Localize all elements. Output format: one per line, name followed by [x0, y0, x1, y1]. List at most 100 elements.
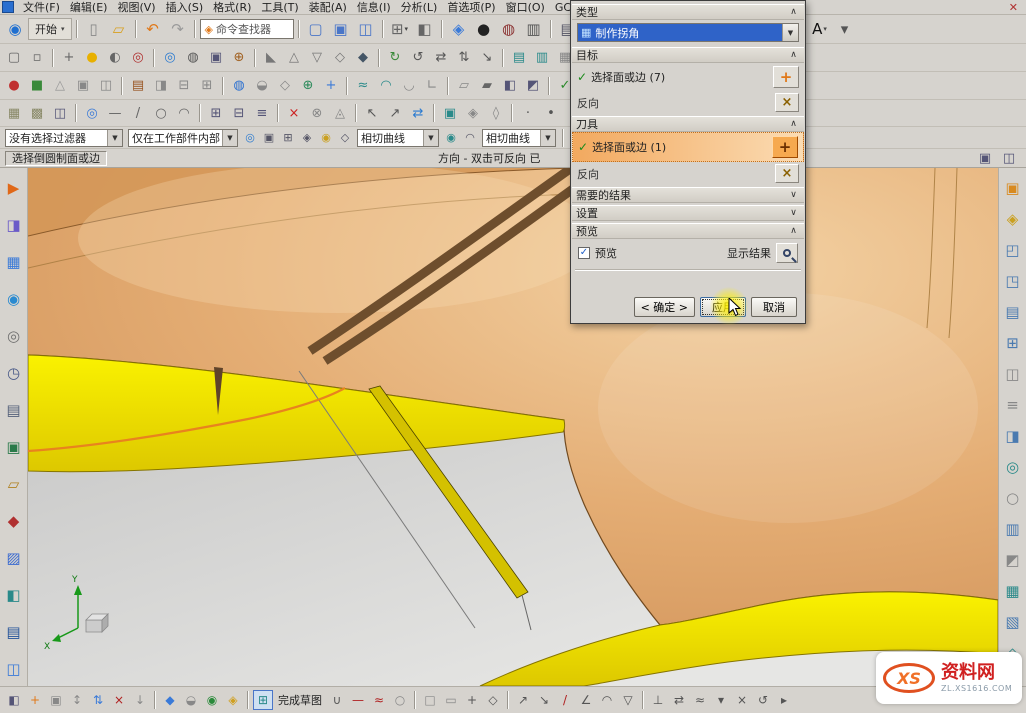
chevron-up-icon[interactable]: ∧ — [787, 225, 800, 237]
delete-icon[interactable]: × — [283, 102, 305, 124]
toolbar-icon[interactable]: ▦ — [3, 102, 25, 124]
toolbar-icon[interactable]: ○ — [150, 102, 172, 124]
toolbar-icon[interactable]: ◈ — [223, 690, 243, 710]
toolbar-icon[interactable]: ▥ — [522, 17, 546, 41]
toolbar-icon[interactable]: ◨ — [2, 213, 26, 237]
toolbar-icon[interactable]: ↓ — [130, 690, 150, 710]
menu-item[interactable]: 首选项(P) — [442, 0, 500, 15]
toolbar-icon[interactable]: ◇ — [336, 129, 354, 147]
toolbar-icon[interactable]: ↗ — [384, 102, 406, 124]
toolbar-icon[interactable]: ▸ — [774, 690, 794, 710]
section-header-preview[interactable]: 预览 ∧ — [572, 223, 804, 239]
show-result-button[interactable] — [776, 243, 798, 263]
section-header-settings[interactable]: 设置 ∨ — [572, 205, 804, 221]
toolbar-icon[interactable]: ⊞ — [205, 102, 227, 124]
toolbar-icon[interactable]: ◎ — [2, 324, 26, 348]
toolbar-icon[interactable]: / — [127, 102, 149, 124]
menu-item[interactable]: 信息(I) — [352, 0, 396, 15]
add-tool-button[interactable]: + — [772, 136, 798, 158]
chevron-up-icon[interactable]: ∧ — [787, 6, 800, 18]
toolbar-icon[interactable]: ◇ — [483, 690, 503, 710]
type-combobox[interactable]: ▦ 制作拐角 ▼ — [577, 23, 799, 42]
toolbar-icon[interactable]: ⊥ — [648, 690, 668, 710]
toolbar-icon[interactable]: · — [517, 102, 539, 124]
toolbar-icon[interactable]: ○ — [1001, 486, 1025, 510]
toolbar-icon[interactable]: ▨ — [2, 546, 26, 570]
toolbar-icon[interactable]: ⊟ — [228, 102, 250, 124]
pan-button[interactable]: + — [58, 47, 80, 69]
toolbar-icon[interactable]: ◒ — [251, 75, 273, 97]
toolbar-icon[interactable]: ◠ — [173, 102, 195, 124]
chevron-up-icon[interactable]: ∧ — [787, 49, 800, 61]
toolbar-icon[interactable]: ▦ — [2, 250, 26, 274]
tool-select-row-active[interactable]: ✓ 选择面或边 (1) + — [572, 132, 804, 162]
toolbar-icon[interactable]: ↺ — [407, 47, 429, 69]
toolbar-icon[interactable]: — — [104, 102, 126, 124]
toolbar-icon[interactable]: ◣ — [260, 47, 282, 69]
menu-item[interactable]: 分析(L) — [396, 0, 443, 15]
toolbar-icon[interactable]: ◎ — [241, 129, 259, 147]
toolbar-icon[interactable]: ◇ — [274, 75, 296, 97]
toolbar-icon[interactable]: ▢ — [304, 17, 328, 41]
toolbar-icon[interactable]: ∟ — [421, 75, 443, 97]
reverse-direction-button[interactable]: × — [775, 164, 799, 183]
menu-item[interactable]: 装配(A) — [304, 0, 352, 15]
toolbar-icon[interactable]: ▱ — [2, 472, 26, 496]
annotation-button[interactable]: A▾ — [808, 17, 832, 41]
chevron-down-icon[interactable]: ∨ — [787, 207, 800, 219]
toolbar-icon[interactable]: ⊞ — [1001, 331, 1025, 355]
toolbar-icon[interactable]: ◈ — [462, 102, 484, 124]
toolbar-icon[interactable]: ▣ — [72, 75, 94, 97]
toolbar-icon[interactable]: ▣ — [2, 435, 26, 459]
section-header-type[interactable]: 类型 ∧ — [572, 4, 804, 20]
toolbar-icon[interactable]: □ — [420, 690, 440, 710]
toolbar-icon[interactable]: ≈ — [690, 690, 710, 710]
grid-toggle[interactable]: ⊞ — [253, 690, 273, 710]
toolbar-icon[interactable]: ▧ — [1001, 610, 1025, 634]
toolbar-icon[interactable]: ▩ — [26, 102, 48, 124]
chevron-down-icon[interactable]: ∨ — [787, 189, 800, 201]
toolbar-icon[interactable]: ▢ — [3, 47, 25, 69]
toolbar-icon[interactable]: ▤ — [2, 620, 26, 644]
toolbar-icon[interactable]: ⇅ — [453, 47, 475, 69]
toolbar-icon[interactable]: ◉ — [202, 690, 222, 710]
toolbar-icon[interactable]: ≡ — [1001, 393, 1025, 417]
preview-checkbox[interactable]: ✓ — [578, 247, 590, 259]
menu-item[interactable]: 工具(T) — [256, 0, 303, 15]
toolbar-icon[interactable]: ◷ — [2, 361, 26, 385]
toolbar-icon[interactable]: ▤ — [1001, 300, 1025, 324]
toolbar-icon[interactable]: × — [109, 690, 129, 710]
toolbar-icon[interactable]: ● — [3, 75, 25, 97]
toolbar-icon[interactable]: ↕ — [67, 690, 87, 710]
toolbar-icon[interactable]: ◫ — [354, 17, 378, 41]
toolbar-icon[interactable]: ◉ — [2, 287, 26, 311]
toolbar-icon[interactable]: ↺ — [753, 690, 773, 710]
curve-rule-dropdown[interactable]: 相切曲线▼ — [357, 129, 439, 147]
chevron-down-icon[interactable]: ▼ — [782, 24, 798, 41]
section-header-tool[interactable]: 刀具 ∧ — [572, 116, 804, 132]
apply-button[interactable]: 应用 — [700, 297, 746, 317]
toolbar-icon[interactable]: + — [462, 690, 482, 710]
toolbar-icon[interactable]: ◍ — [228, 75, 250, 97]
menu-item[interactable]: 窗口(O) — [501, 0, 550, 15]
toolbar-icon[interactable]: ▫ — [26, 47, 48, 69]
close-icon[interactable]: ✕ — [1003, 1, 1024, 14]
toolbar-icon[interactable]: ● — [81, 47, 103, 69]
toolbar-icon[interactable]: ↖ — [361, 102, 383, 124]
toolbar-icon[interactable]: ↗ — [513, 690, 533, 710]
cancel-button[interactable]: 取消 — [751, 297, 797, 317]
toolbar-icon[interactable]: ▣ — [329, 17, 353, 41]
redo-button[interactable]: ↷ — [166, 17, 190, 41]
graphics-viewport[interactable]: Y X — [28, 168, 998, 686]
toolbar-icon[interactable]: ↻ — [384, 47, 406, 69]
toolbar-icon[interactable]: ▾ — [711, 690, 731, 710]
toolbar-icon[interactable]: ◍ — [497, 17, 521, 41]
toolbar-icon[interactable]: ▣ — [260, 129, 278, 147]
toolbar-icon[interactable]: ▣ — [46, 690, 66, 710]
toolbar-icon[interactable]: ⇄ — [407, 102, 429, 124]
toolbar-icon[interactable]: ▦ — [1001, 579, 1025, 603]
curve-rule-dropdown-2[interactable]: 相切曲线▼ — [482, 129, 556, 147]
toolbar-icon[interactable]: ◎ — [1001, 455, 1025, 479]
toolbar-icon[interactable]: ◈ — [1001, 207, 1025, 231]
toolbar-icon[interactable]: ◍ — [182, 47, 204, 69]
